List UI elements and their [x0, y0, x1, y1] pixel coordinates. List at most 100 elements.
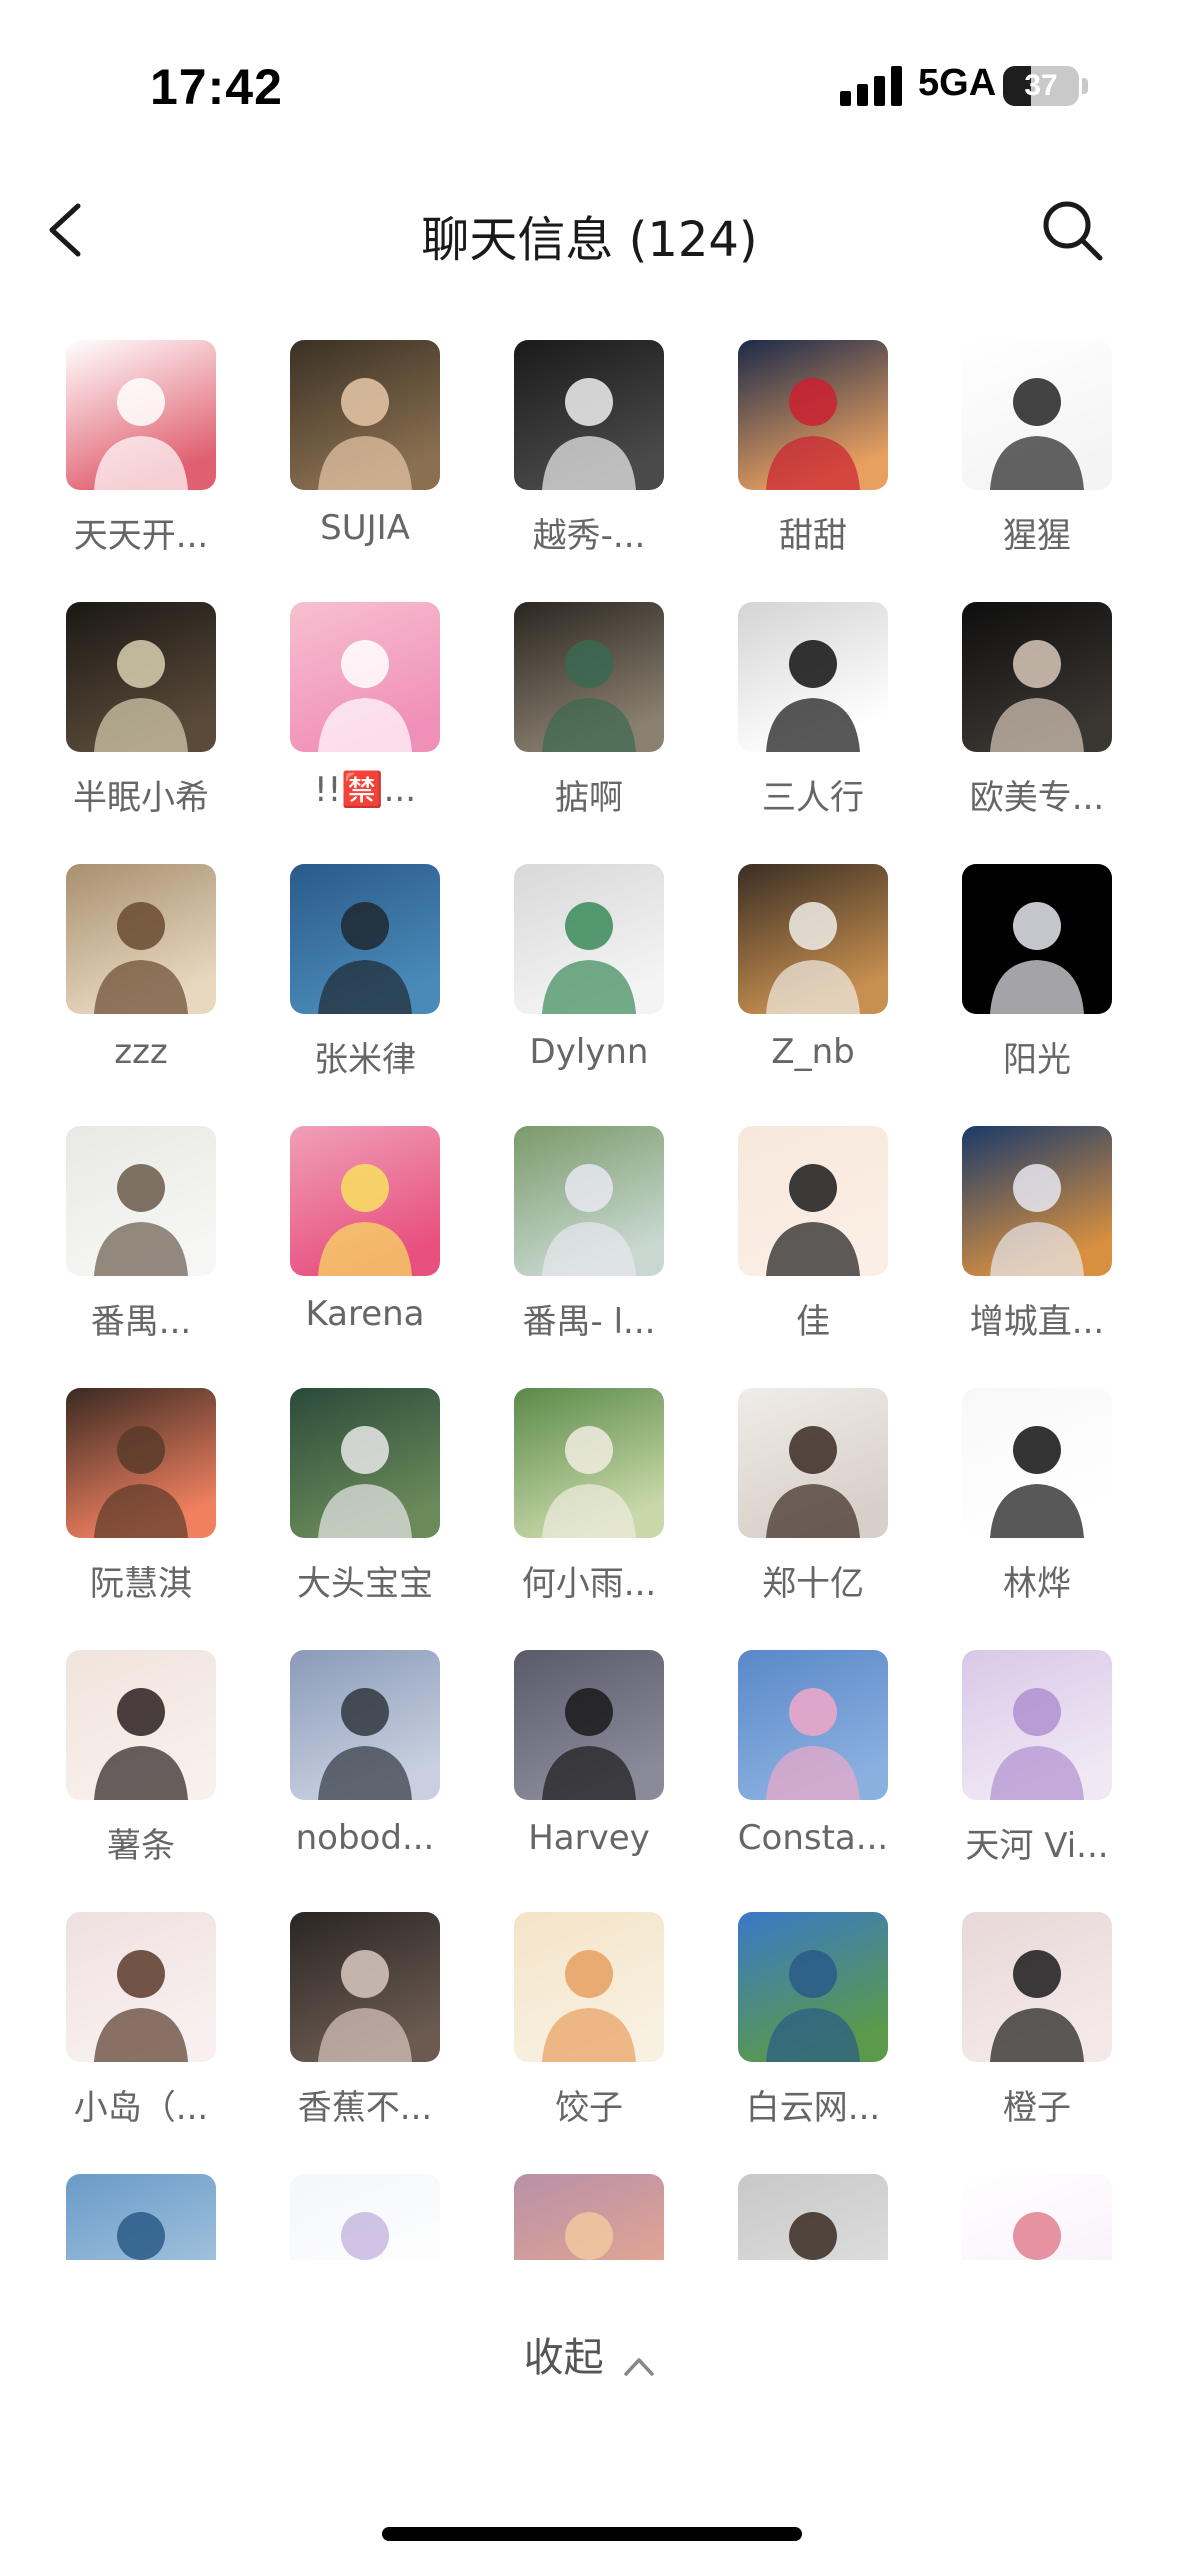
member-item[interactable]: 何小雨... [492, 1388, 716, 1650]
member-item[interactable]: 越秀-... [492, 340, 716, 602]
member-avatar[interactable] [962, 1126, 1112, 1276]
member-avatar[interactable] [290, 1650, 440, 1800]
member-item[interactable]: 小岛（... [44, 1912, 268, 2174]
member-avatar[interactable] [514, 1126, 664, 1276]
member-avatar[interactable] [738, 1912, 888, 2062]
member-avatar[interactable] [514, 1388, 664, 1538]
member-item[interactable] [940, 2174, 1164, 2260]
member-avatar[interactable] [738, 2174, 888, 2260]
member-item[interactable]: 增城直... [940, 1126, 1164, 1388]
member-avatar[interactable] [66, 1912, 216, 2062]
member-avatar[interactable] [290, 864, 440, 1014]
member-name: 张米律 [314, 1040, 416, 1080]
member-avatar[interactable] [290, 2174, 440, 2260]
battery-icon: 37 [1003, 66, 1079, 106]
member-avatar[interactable] [290, 340, 440, 490]
member-item[interactable]: zzz [44, 864, 268, 1126]
member-item[interactable]: 饺子 [492, 1912, 716, 2174]
member-name: 三人行 [762, 778, 864, 818]
member-avatar[interactable] [514, 1912, 664, 2062]
member-avatar[interactable] [66, 1388, 216, 1538]
member-item[interactable]: 薯条 [44, 1650, 268, 1912]
member-name: 番禺... [90, 1302, 192, 1342]
member-avatar[interactable] [738, 340, 888, 490]
member-name: zzz [114, 1032, 168, 1072]
member-avatar[interactable] [290, 1388, 440, 1538]
home-indicator-bar [382, 2527, 802, 2541]
member-name: 天河 Vi... [965, 1826, 1109, 1866]
member-grid-inner: 天天开... SUJIA 越秀-... 甜甜 猩猩半眠小希 !!🈲... 掂啊 三人行 欧美专.… [44, 340, 1164, 2260]
member-avatar[interactable] [66, 602, 216, 752]
member-avatar[interactable] [514, 864, 664, 1014]
member-avatar[interactable] [514, 602, 664, 752]
member-avatar[interactable] [962, 864, 1112, 1014]
member-item[interactable]: 橙子 [940, 1912, 1164, 2174]
member-avatar[interactable] [738, 602, 888, 752]
member-name: Karena [305, 1294, 425, 1334]
member-item[interactable]: 欧美专... [940, 602, 1164, 864]
member-name: Dylynn [529, 1032, 649, 1072]
member-item[interactable]: 番禺- l... [492, 1126, 716, 1388]
battery-tip [1082, 78, 1088, 94]
member-item[interactable]: 香蕉不... [268, 1912, 492, 2174]
collapse-button[interactable]: 收起 [500, 2325, 680, 2395]
member-item[interactable]: Harvey [492, 1650, 716, 1912]
member-name: 阮慧淇 [90, 1564, 192, 1604]
member-item[interactable]: Dylynn [492, 864, 716, 1126]
member-avatar[interactable] [514, 340, 664, 490]
member-avatar[interactable] [738, 1650, 888, 1800]
member-avatar[interactable] [514, 2174, 664, 2260]
member-name: SUJIA [320, 508, 410, 548]
member-item[interactable]: 天天开... [44, 340, 268, 602]
member-item[interactable]: 白云网... [716, 1912, 940, 2174]
member-item[interactable]: 番禺... [44, 1126, 268, 1388]
member-item[interactable]: 三人行 [716, 602, 940, 864]
member-avatar[interactable] [514, 1650, 664, 1800]
member-grid: 天天开... SUJIA 越秀-... 甜甜 猩猩半眠小希 !!🈲... 掂啊 三人行 欧美专.… [0, 340, 1179, 2260]
member-item[interactable]: 阳光 [940, 864, 1164, 1126]
member-item[interactable]: 大头宝宝 [268, 1388, 492, 1650]
member-avatar[interactable] [962, 2174, 1112, 2260]
member-item[interactable]: Karena [268, 1126, 492, 1388]
member-name: 小岛（... [73, 2088, 209, 2128]
member-avatar[interactable] [738, 864, 888, 1014]
member-avatar[interactable] [66, 864, 216, 1014]
member-avatar[interactable] [962, 1388, 1112, 1538]
member-item[interactable] [716, 2174, 940, 2260]
member-item[interactable]: 猩猩 [940, 340, 1164, 602]
member-item[interactable]: SUJIA [268, 340, 492, 602]
member-item[interactable]: 郑十亿 [716, 1388, 940, 1650]
member-item[interactable]: !!🈲... [268, 602, 492, 864]
member-avatar[interactable] [962, 340, 1112, 490]
member-item[interactable]: 阮慧淇 [44, 1388, 268, 1650]
member-avatar[interactable] [962, 1912, 1112, 2062]
member-item[interactable] [492, 2174, 716, 2260]
search-icon[interactable] [1036, 194, 1108, 266]
member-name: 越秀-... [532, 516, 646, 556]
page-title: 聊天信息 (124) [421, 212, 758, 268]
member-item[interactable]: 张米律 [268, 864, 492, 1126]
member-avatar[interactable] [290, 602, 440, 752]
member-avatar[interactable] [738, 1388, 888, 1538]
member-avatar[interactable] [962, 602, 1112, 752]
member-avatar[interactable] [962, 1650, 1112, 1800]
member-item[interactable]: Consta... [716, 1650, 940, 1912]
member-item[interactable]: nobod... [268, 1650, 492, 1912]
member-item[interactable] [268, 2174, 492, 2260]
member-item[interactable]: 林烨 [940, 1388, 1164, 1650]
member-item[interactable]: Z_nb [716, 864, 940, 1126]
member-avatar[interactable] [66, 340, 216, 490]
member-item[interactable]: 佳 [716, 1126, 940, 1388]
member-item[interactable]: 掂啊 [492, 602, 716, 864]
member-avatar[interactable] [290, 1126, 440, 1276]
member-name: nobod... [295, 1818, 435, 1858]
member-item[interactable] [44, 2174, 268, 2260]
member-avatar[interactable] [66, 1650, 216, 1800]
member-avatar[interactable] [738, 1126, 888, 1276]
member-item[interactable]: 甜甜 [716, 340, 940, 602]
member-avatar[interactable] [66, 1126, 216, 1276]
member-avatar[interactable] [66, 2174, 216, 2260]
member-item[interactable]: 天河 Vi... [940, 1650, 1164, 1912]
member-item[interactable]: 半眠小希 [44, 602, 268, 864]
member-avatar[interactable] [290, 1912, 440, 2062]
